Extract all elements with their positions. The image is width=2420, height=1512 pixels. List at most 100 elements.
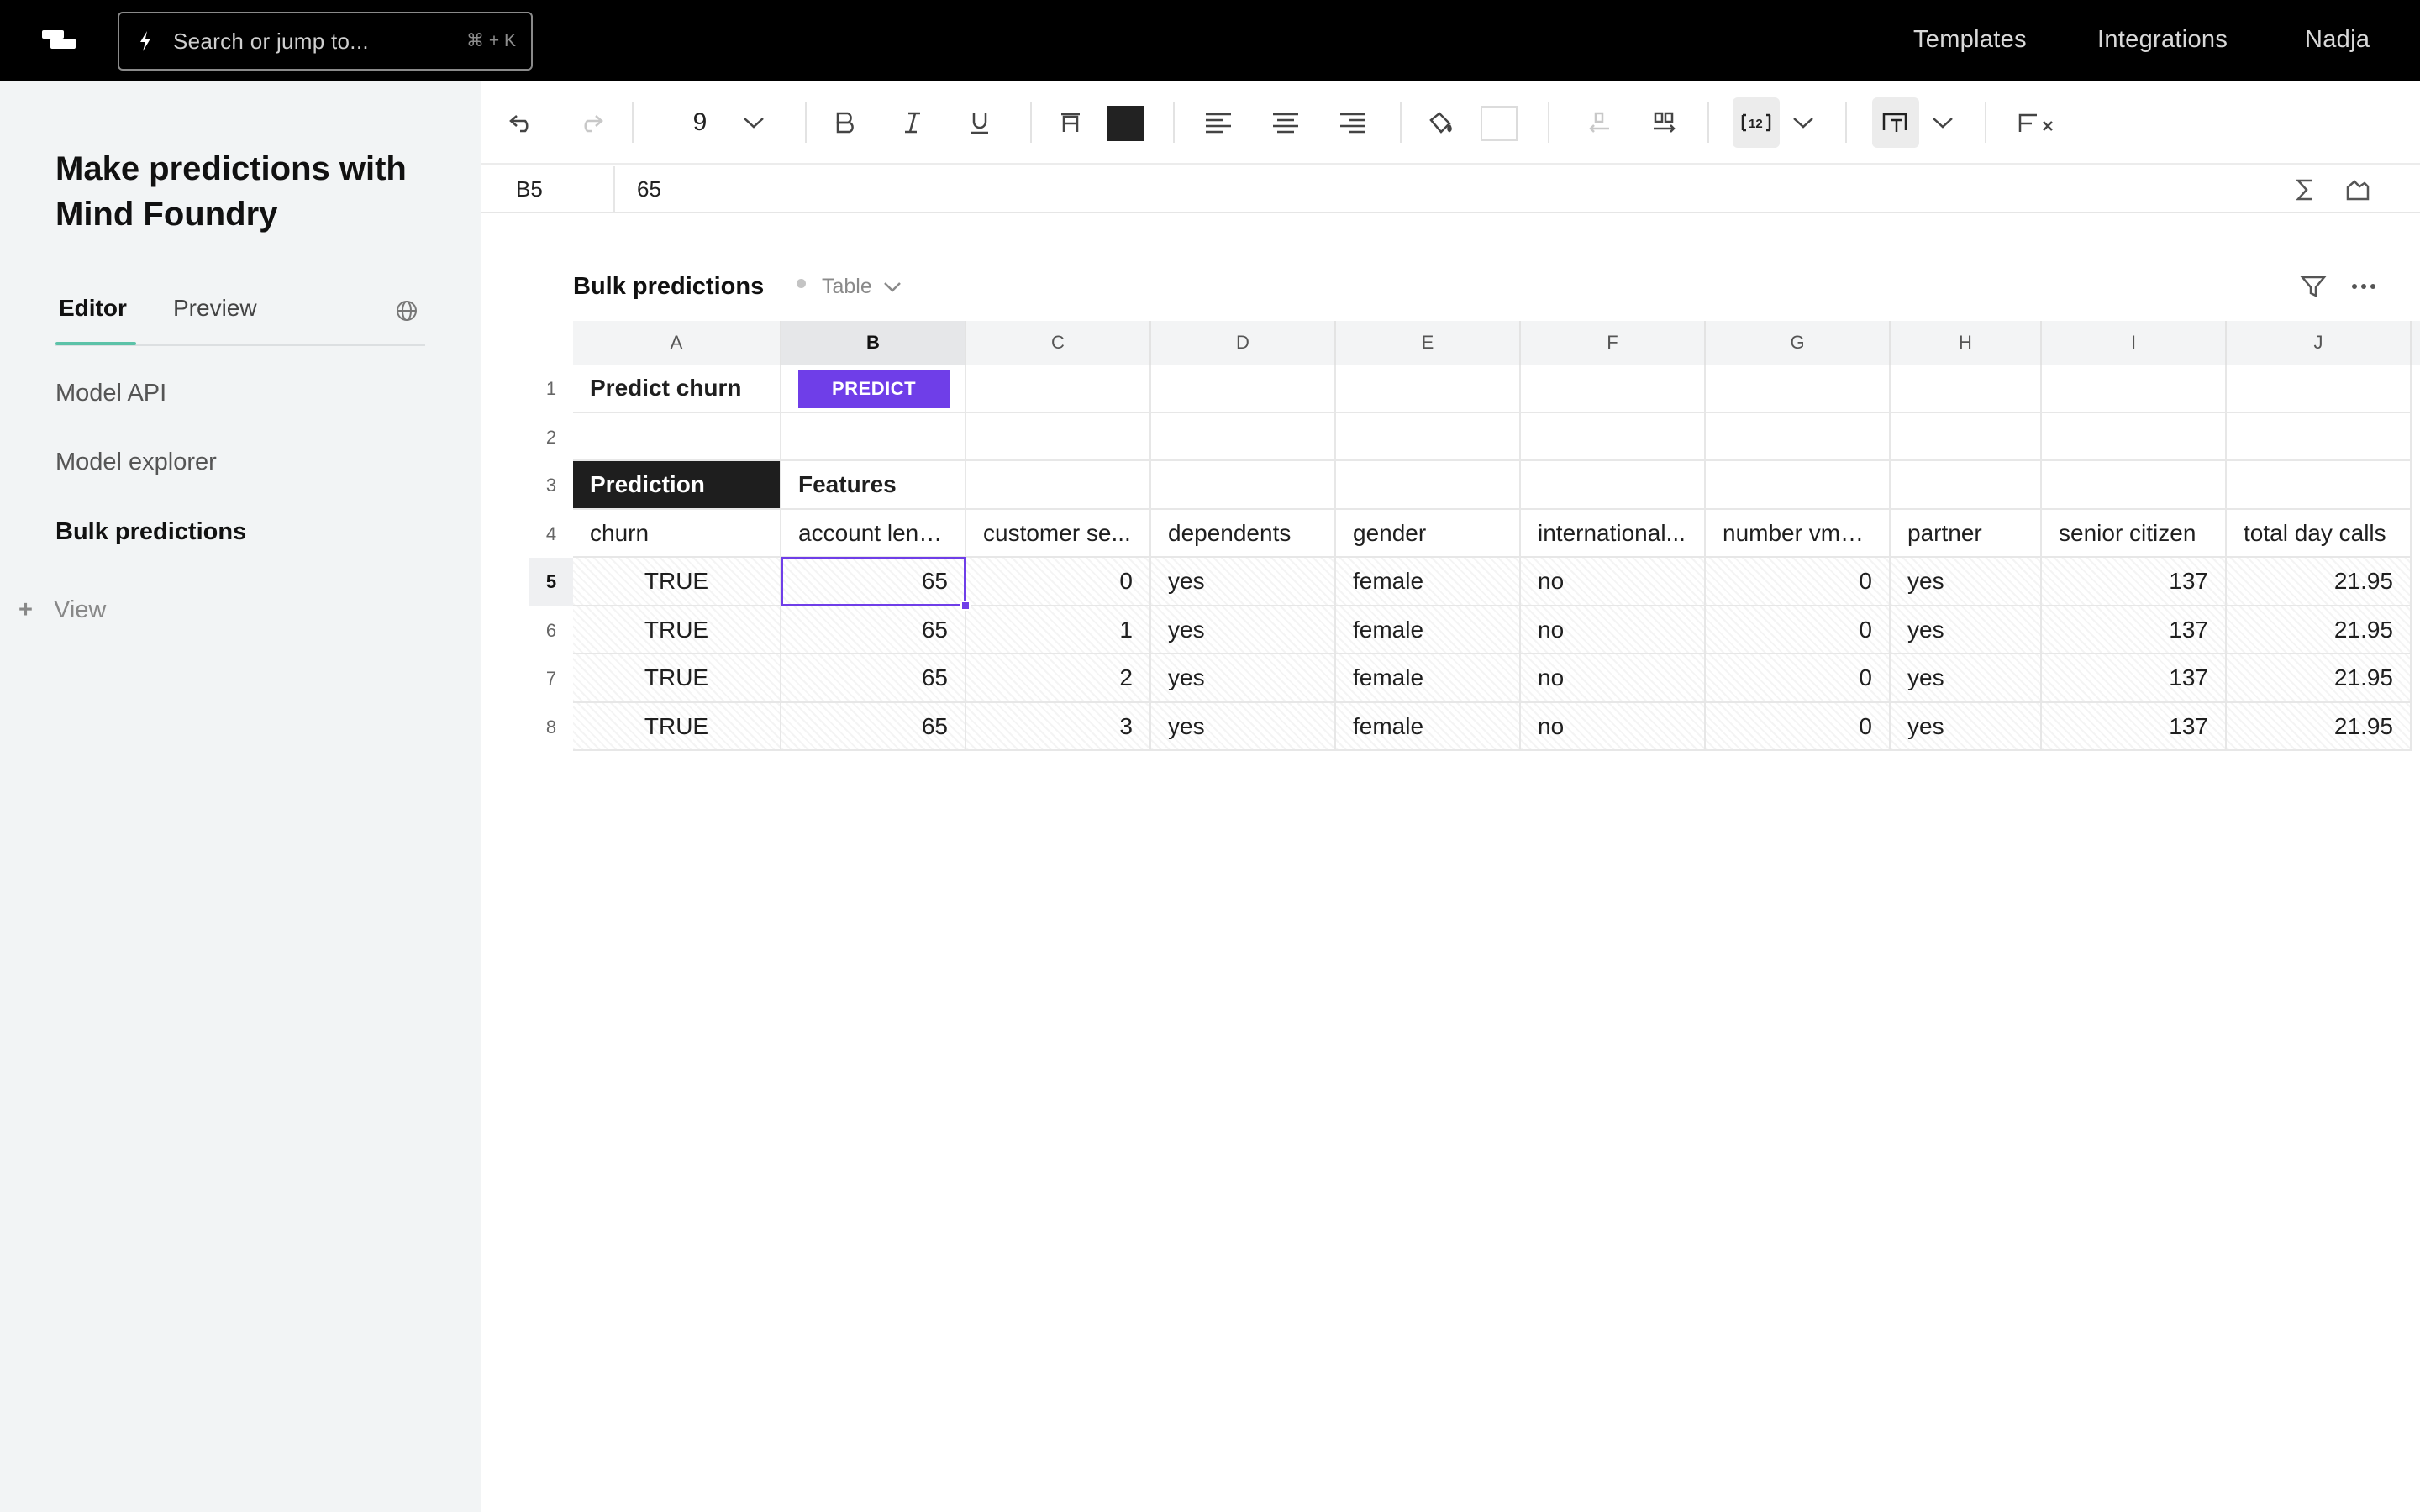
table-cell[interactable]: 65 [781,702,966,751]
table-cell[interactable]: yes [1151,702,1336,751]
table-cell[interactable]: 0 [966,558,1151,606]
table-cell[interactable]: yes [1151,654,1336,703]
empty-cell[interactable] [2227,365,2412,413]
empty-cell[interactable] [1706,365,1891,413]
table-cell[interactable]: 0 [1706,702,1891,751]
number-format-icon[interactable]: 12 [1733,97,1780,148]
globe-icon[interactable] [395,299,418,323]
table-cell[interactable]: female [1336,606,1521,654]
nav-user-nadja[interactable]: Nadja [2305,0,2370,79]
empty-cell[interactable] [573,412,781,461]
number-format-chevron-down-icon[interactable] [1786,97,1820,148]
empty-cell[interactable] [1891,365,2042,413]
empty-cell[interactable] [1336,365,1521,413]
table-cell[interactable]: 21.95 [2227,558,2412,606]
empty-cell[interactable] [1891,461,2042,510]
field-header[interactable]: dependents [1151,509,1336,558]
section-prediction-header[interactable]: Prediction [573,461,781,510]
empty-cell[interactable] [966,365,1151,413]
column-header-i[interactable]: I [2042,321,2227,365]
table-cell[interactable]: female [1336,558,1521,606]
empty-cell[interactable] [1706,461,1891,510]
table-cell[interactable]: 2 [966,654,1151,703]
undo-icon[interactable] [501,97,544,148]
align-center-icon[interactable] [1264,97,1307,148]
table-title[interactable]: Bulk predictions [573,270,764,302]
font-size-value[interactable]: 9 [679,97,721,148]
table-cell[interactable]: 65 [781,654,966,703]
underline-icon[interactable] [958,97,1002,148]
empty-cell[interactable] [2227,461,2412,510]
empty-cell[interactable] [1151,412,1336,461]
column-header-c[interactable]: C [966,321,1151,365]
field-header[interactable]: number vma... [1706,509,1891,558]
add-view-button[interactable]: + View [18,593,106,627]
table-cell[interactable]: 137 [2042,654,2227,703]
empty-cell[interactable] [1151,365,1336,413]
field-header[interactable]: partner [1891,509,2042,558]
table-cell[interactable]: female [1336,654,1521,703]
sidebar-item-model-api[interactable]: Model API [55,376,166,410]
sigma-icon[interactable] [2292,176,2319,203]
increase-indent-icon[interactable] [1644,97,1687,148]
more-options-icon[interactable] [2349,272,2378,301]
table-cell[interactable]: no [1521,702,1706,751]
table-cell[interactable]: 137 [2042,702,2227,751]
field-header[interactable]: senior citizen [2042,509,2227,558]
empty-cell[interactable] [966,461,1151,510]
empty-cell[interactable] [2042,412,2227,461]
align-right-icon[interactable] [1331,97,1375,148]
nav-integrations[interactable]: Integrations [2097,0,2228,79]
fill-handle[interactable] [960,600,971,611]
field-header[interactable]: gender [1336,509,1521,558]
empty-cell[interactable] [2042,461,2227,510]
cell-reference[interactable]: B5 [516,166,543,212]
table-cell[interactable]: TRUE [573,606,781,654]
table-cell[interactable]: yes [1891,558,2042,606]
redo-icon[interactable] [568,97,612,148]
italic-icon[interactable] [891,97,934,148]
field-header[interactable]: churn [573,509,781,558]
column-header-a[interactable]: A [573,321,781,365]
field-header[interactable]: international... [1521,509,1706,558]
row-number-3[interactable]: 3 [529,461,573,510]
fill-color-icon[interactable] [1418,97,1462,148]
text-wrap-chevron-down-icon[interactable] [1926,97,1960,148]
column-header-f[interactable]: F [1521,321,1706,365]
table-cell[interactable]: 137 [2042,558,2227,606]
row-number-1[interactable]: 1 [529,365,573,413]
table-cell[interactable]: 21.95 [2227,606,2412,654]
empty-cell[interactable] [2227,412,2412,461]
clear-formatting-icon[interactable] [2012,97,2062,148]
predict-button[interactable]: PREDICT [798,370,950,408]
column-header-e[interactable]: E [1336,321,1521,365]
app-logo-icon[interactable] [42,27,76,54]
extension-icon[interactable] [2344,176,2371,203]
table-cell[interactable]: yes [1891,654,2042,703]
doc-title[interactable]: Make predictions with Mind Foundry [55,146,450,237]
column-header-g[interactable]: G [1706,321,1891,365]
row-number-6[interactable]: 6 [529,606,573,655]
empty-cell[interactable] [1336,412,1521,461]
table-cell[interactable]: 0 [1706,606,1891,654]
formula-input[interactable]: 65 [637,166,661,212]
table-cell[interactable]: 21.95 [2227,654,2412,703]
column-header-b[interactable]: B [781,321,966,365]
empty-cell[interactable] [1336,461,1521,510]
row-number-5[interactable]: 5 [529,558,573,606]
table-cell[interactable]: 65 [781,606,966,654]
empty-cell[interactable] [966,412,1151,461]
empty-cell[interactable] [1891,412,2042,461]
section-features-header[interactable]: Features [781,461,966,510]
text-color-icon[interactable] [1049,97,1092,148]
tab-preview[interactable]: Preview [173,287,257,329]
table-cell[interactable]: TRUE [573,558,781,606]
table-cell[interactable]: no [1521,606,1706,654]
decrease-indent-icon[interactable] [1576,97,1620,148]
sidebar-item-bulk-predictions[interactable]: Bulk predictions [55,515,246,549]
tab-editor[interactable]: Editor [59,287,127,329]
empty-cell[interactable] [1521,365,1706,413]
empty-cell[interactable] [1521,461,1706,510]
predict-churn-label[interactable]: Predict churn [573,365,781,413]
table-cell[interactable]: TRUE [573,654,781,703]
